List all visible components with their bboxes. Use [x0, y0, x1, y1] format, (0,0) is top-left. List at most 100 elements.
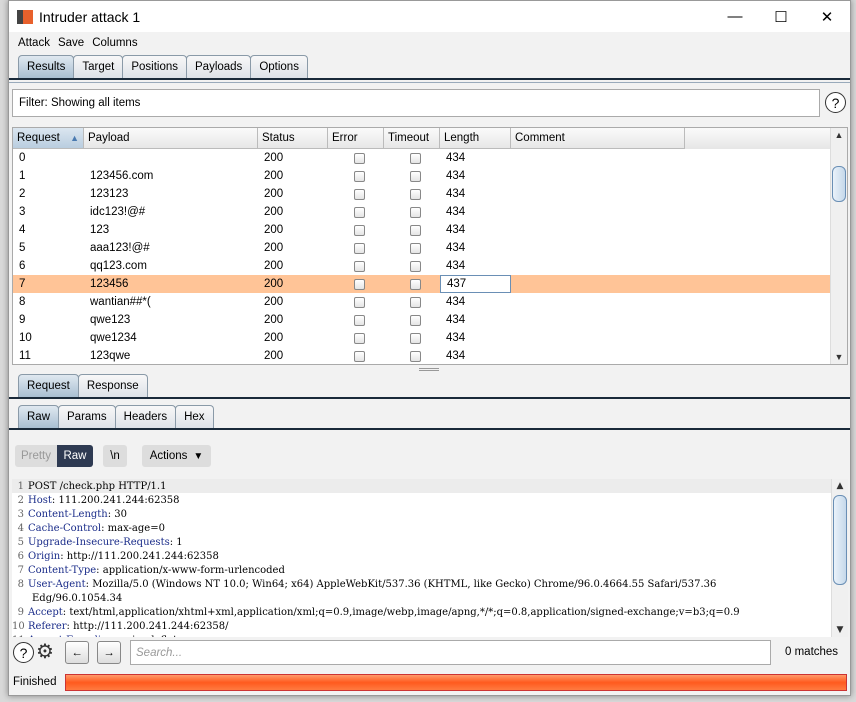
help-icon[interactable]: ? — [825, 92, 846, 113]
scroll-up-icon[interactable]: ▲ — [831, 130, 847, 140]
main-tabs: Results Target Positions Payloads Option… — [9, 55, 850, 80]
tab-request[interactable]: Request — [18, 374, 79, 397]
column-error[interactable]: Error — [328, 128, 384, 149]
cell-request: 5 — [19, 242, 26, 254]
cell-length: 437 — [440, 275, 511, 293]
cell-request: 8 — [19, 296, 26, 308]
cell-request: 7 — [19, 278, 26, 290]
scroll-up-icon[interactable]: ▲ — [832, 481, 848, 491]
help-icon[interactable]: ? — [13, 642, 34, 663]
tab-options[interactable]: Options — [250, 55, 308, 78]
tab-hex[interactable]: Hex — [175, 405, 214, 428]
table-row[interactable]: 1 123456.com 200 434 — [13, 167, 847, 185]
cell-request: 11 — [19, 350, 31, 362]
scroll-thumb[interactable] — [832, 166, 846, 202]
table-row[interactable]: 11 123qwe 200 434 — [13, 347, 847, 364]
menu-attack[interactable]: Attack — [18, 37, 50, 49]
header-value: gzip, deflate — [117, 635, 184, 638]
tab-payloads[interactable]: Payloads — [186, 55, 252, 78]
status-text: Finished — [13, 676, 57, 688]
cell-comment — [511, 203, 685, 221]
cell-comment — [511, 257, 685, 275]
header-value: text/html,application/xhtml+xml,applicat… — [66, 606, 740, 618]
search-input[interactable]: Search... — [130, 640, 771, 665]
table-row[interactable]: 7 123456 200 437 — [13, 275, 847, 293]
line-number: 1 — [17, 480, 24, 492]
cell-timeout — [384, 293, 440, 311]
cell-length: 434 — [446, 350, 466, 362]
tab-target[interactable]: Target — [73, 55, 124, 78]
cell-timeout — [384, 149, 440, 167]
error-checkbox — [353, 242, 365, 254]
cell-payload: qq123.com — [90, 260, 147, 272]
cell-status: 200 — [264, 278, 284, 290]
header-name: Accept-Encoding — [28, 635, 114, 638]
tab-response[interactable]: Response — [77, 374, 148, 397]
code-line: 4 Cache-Control: max-age=0 — [12, 521, 848, 535]
next-match-button[interactable]: → — [97, 641, 121, 664]
scroll-thumb[interactable] — [833, 495, 847, 585]
cell-error — [328, 221, 384, 239]
cell-payload: 123456 — [90, 278, 129, 290]
menu-columns[interactable]: Columns — [92, 37, 137, 49]
line-number: 6 — [17, 550, 24, 562]
table-row[interactable]: 2 123123 200 434 — [13, 185, 847, 203]
tab-headers[interactable]: Headers — [114, 405, 177, 428]
timeout-checkbox — [409, 242, 421, 254]
close-button[interactable]: ✕ — [804, 1, 850, 32]
column-request[interactable]: Request ▲ — [13, 128, 84, 149]
maximize-button[interactable]: ☐ — [758, 1, 804, 32]
gear-icon[interactable]: ⚙ — [36, 639, 54, 664]
tab-raw[interactable]: Raw — [18, 405, 60, 428]
column-timeout[interactable]: Timeout — [384, 128, 440, 149]
table-row[interactable]: 5 aaa123!@# 200 434 — [13, 239, 847, 257]
column-comment[interactable]: Comment — [511, 128, 685, 149]
cell-request: 0 — [19, 152, 26, 164]
column-status[interactable]: Status — [258, 128, 328, 149]
table-row[interactable]: 8 wantian##*(200 434 — [13, 293, 847, 311]
tab-params[interactable]: Params — [58, 405, 116, 428]
tab-positions[interactable]: Positions — [122, 55, 187, 78]
header-value: 30 — [111, 508, 128, 520]
table-row[interactable]: 9 qwe123 200 434 — [13, 311, 847, 329]
table-scrollbar[interactable]: ▲ ▼ — [830, 128, 847, 364]
column-length[interactable]: Length — [440, 128, 511, 149]
menu-save[interactable]: Save — [58, 37, 84, 49]
scroll-down-icon[interactable]: ▼ — [832, 625, 848, 635]
table-row[interactable]: 6 qq123.com 200 434 — [13, 257, 847, 275]
view-tabs: Raw Params Headers Hex — [9, 405, 850, 430]
cell-comment — [511, 167, 685, 185]
header-name: Content-Type — [28, 564, 97, 576]
minimize-button[interactable]: — — [712, 1, 758, 32]
scroll-down-icon[interactable]: ▼ — [831, 352, 847, 362]
timeout-checkbox — [409, 332, 421, 344]
pretty-button[interactable]: Pretty — [15, 445, 57, 467]
column-label: Request — [17, 132, 60, 144]
newline-toggle[interactable]: \n — [103, 445, 127, 467]
header-value: max-age=0 — [104, 522, 165, 534]
raw-button[interactable]: Raw — [57, 445, 93, 467]
filter-bar[interactable]: Filter: Showing all items — [12, 89, 820, 117]
line-number: 10 — [12, 620, 25, 632]
timeout-checkbox — [409, 296, 421, 308]
cell-request: 6 — [19, 260, 26, 272]
table-row[interactable]: 0 200 434 — [13, 149, 847, 167]
header-value: http://111.200.241.244:62358/ — [69, 620, 229, 632]
table-row[interactable]: 4 123 200 434 — [13, 221, 847, 239]
cell-payload: qwe123 — [90, 314, 131, 326]
editor-scrollbar[interactable]: ▲ ▼ — [831, 479, 848, 637]
header-name: Upgrade-Insecure-Requests — [28, 536, 170, 548]
previous-match-button[interactable]: ← — [65, 641, 89, 664]
cell-status: 200 — [264, 170, 284, 182]
cell-payload: idc123!@# — [90, 206, 146, 218]
table-row[interactable]: 10 qwe1234 200 434 — [13, 329, 847, 347]
header-name: User-Agent — [28, 578, 86, 590]
request-editor[interactable]: 1 POST /check.php HTTP/1.1 2 Host: 111.200.… — [12, 479, 848, 637]
cell-length: 434 — [446, 224, 466, 236]
column-payload[interactable]: Payload — [84, 128, 258, 149]
split-handle[interactable] — [419, 368, 439, 371]
match-count: 0 matches — [785, 646, 839, 658]
actions-dropdown[interactable]: Actions ▼ — [142, 445, 211, 467]
tab-results[interactable]: Results — [18, 55, 75, 78]
table-row[interactable]: 3 idc123!@# 200 434 — [13, 203, 847, 221]
